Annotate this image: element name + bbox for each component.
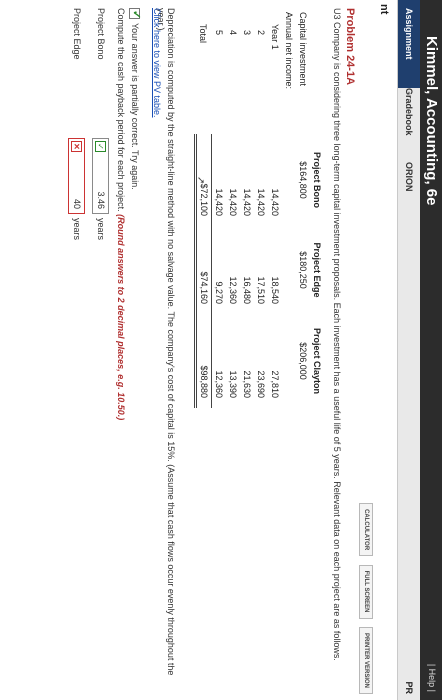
cell-value: $74,160 [195, 226, 212, 314]
project-data-table: Project Bono Project Edge Project Clayto… [194, 8, 324, 408]
cell-value: $98,880 [195, 314, 212, 408]
cell-value: $180,250 [298, 251, 308, 289]
instruction: Compute the cash payback period for each… [116, 8, 126, 420]
table-row: 4 14,420 12,360 13,390 [226, 8, 240, 408]
table-total-row: Total $72,100 $74,160 $98,880 [195, 8, 212, 408]
table-row: Year 1 14,420 18,540 27,810 [268, 8, 282, 408]
pv-table-link[interactable]: Click here to view PV table. [152, 8, 162, 118]
partial-check-icon: ✓ [128, 8, 142, 20]
feedback-text: Your answer is partially correct. Try ag… [130, 23, 140, 190]
row-label: Year 1 [270, 24, 280, 50]
incorrect-x-icon: ✕ [71, 141, 82, 152]
tab-edge-label: PR [404, 681, 414, 694]
cell-value: 27,810 [270, 370, 280, 398]
cell-value: $206,000 [298, 342, 308, 380]
table-row: Capital investment $164,800 $180,250 $20… [296, 8, 310, 408]
cell-value: 14,420 [228, 188, 238, 216]
full-screen-button[interactable]: FULL SCREEN [359, 564, 373, 619]
answer-units: years [96, 218, 106, 241]
calculator-button[interactable]: CALCULATOR [359, 503, 373, 557]
row-label: 2 [256, 30, 266, 36]
printer-version-button[interactable]: PRINTER VERSION [359, 626, 373, 694]
cell-value: 14,420 [256, 188, 266, 216]
tab-orion[interactable]: ORION [398, 154, 420, 200]
problem-title: Problem 24-1A [344, 8, 356, 86]
truncated-label: nt [378, 4, 390, 15]
course-title: Kimmel, Accounting, 6e [423, 36, 440, 206]
row-label: Total [198, 24, 209, 44]
cell-value: $164,800 [298, 161, 308, 199]
row-label: 3 [242, 30, 252, 36]
tool-buttons: CALCULATOR FULL SCREEN PRINTER VERSION [359, 499, 378, 694]
row-label: Annual net income: [284, 12, 294, 90]
tab-assignment[interactable]: Assignment [398, 0, 420, 88]
answer-units: years [72, 218, 82, 241]
mouse-cursor-icon: ➚ [195, 176, 206, 185]
feedback-message: ✓ Your answer is partially correct. Try a… [128, 8, 142, 190]
answer-label: Project Bono [96, 8, 106, 60]
row-label: 4 [228, 30, 238, 36]
table-row: 5 14,420 9,270 12,360 [211, 8, 226, 408]
cell-value: 18,540 [270, 276, 280, 304]
help-link[interactable]: | Help | [427, 664, 437, 692]
payback-input-bono[interactable]: ✓ 3.46 [92, 138, 109, 214]
problem-description: U3 Company is considering three long-ter… [332, 8, 342, 661]
cell-value: 21,630 [242, 370, 252, 398]
cell-value: 13,390 [228, 370, 238, 398]
cell-value: 14,420 [270, 188, 280, 216]
cell-value: 14,420 [211, 134, 226, 226]
cell-value: 17,510 [256, 276, 266, 304]
cell-value: 23,690 [256, 370, 266, 398]
correct-check-icon: ✓ [95, 141, 106, 152]
instruction-text: Compute the cash payback period for each… [116, 8, 126, 212]
cell-value: 9,270 [211, 226, 226, 314]
answer-value: 3.46 [96, 191, 106, 209]
table-header-row: Project Bono Project Edge Project Clayto… [310, 8, 324, 408]
table-row: 2 14,420 17,510 23,690 [254, 8, 268, 408]
rotated-page: Kimmel, Accounting, 6e | Help | Assignme… [0, 0, 442, 700]
instruction-emphasis: (Round answers to 2 decimal places, e.g.… [116, 214, 126, 421]
table-row: 3 14,420 16,480 21,630 [240, 8, 254, 408]
cell-value: 12,360 [211, 314, 226, 408]
app-header: Kimmel, Accounting, 6e | Help | [420, 0, 442, 700]
cell-value: 14,420 [242, 188, 252, 216]
row-label: 5 [213, 30, 224, 36]
header-blank [310, 8, 324, 134]
tab-gradebook[interactable]: Gradebook [398, 80, 420, 144]
table-row: Annual net income: [282, 8, 296, 408]
answer-value: 40 [72, 198, 82, 209]
answer-label: Project Edge [72, 8, 82, 60]
row-label: Capital investment [298, 12, 308, 87]
cell-value: 12,360 [228, 276, 238, 304]
payback-input-edge[interactable]: ✕ 40 [68, 138, 85, 214]
col-header-clayton: Project Clayton [312, 327, 322, 394]
cell-value: 16,480 [242, 276, 252, 304]
col-header-bono: Project Bono [312, 151, 322, 208]
nav-tabs: Assignment Gradebook ORION PR [397, 0, 420, 700]
col-header-edge: Project Edge [312, 242, 322, 298]
